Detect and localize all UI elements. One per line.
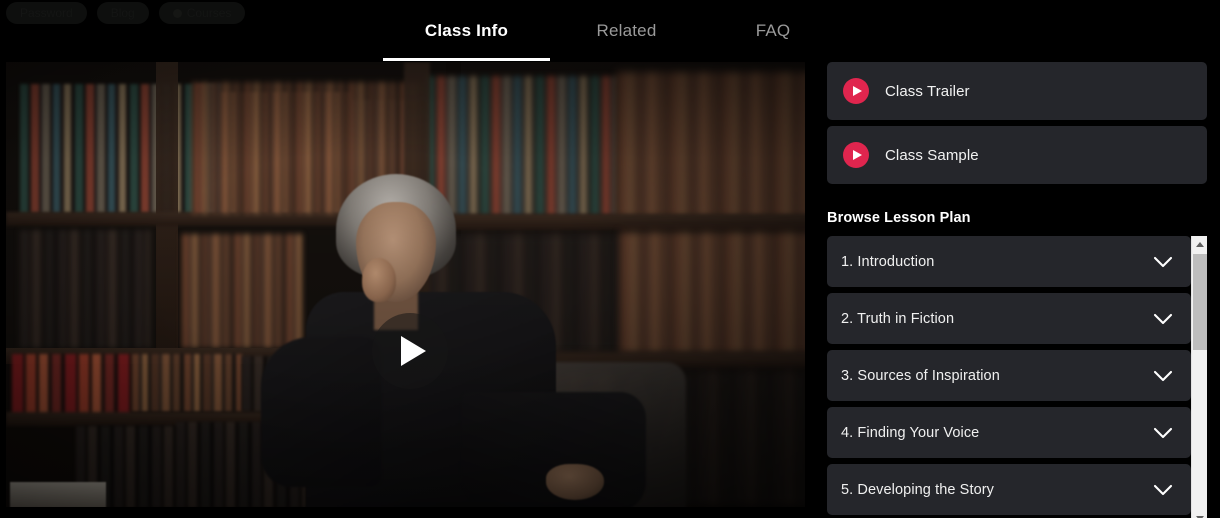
bookcase-shelf [426, 214, 805, 230]
chevron-down-icon[interactable] [1153, 427, 1173, 439]
chevron-down-icon[interactable] [1153, 484, 1173, 496]
class-sample-label: Class Sample [885, 146, 979, 164]
chrome-chip-label: Password [20, 6, 73, 20]
chrome-chip-label: Courses [186, 6, 232, 20]
class-sample-button[interactable]: Class Sample [827, 126, 1207, 184]
book-row [426, 76, 616, 216]
video-scene [6, 62, 805, 507]
subject-hand-chin [362, 258, 396, 302]
subject-arm-left [261, 337, 381, 487]
lesson-item-2[interactable]: 2. Truth in Fiction [827, 293, 1191, 344]
stacked-book [10, 482, 106, 507]
chevron-down-icon[interactable] [1153, 370, 1173, 382]
chrome-chip-label: Blog [110, 6, 135, 20]
book-row [12, 354, 132, 416]
class-sidebar: Class Trailer Class Sample Browse Lesson… [827, 62, 1207, 518]
book-row [20, 84, 220, 214]
book-row [618, 72, 805, 218]
scroll-up-arrow-icon[interactable] [1192, 236, 1208, 252]
book-row [182, 234, 302, 348]
subject-hand-resting [546, 464, 604, 500]
class-page: Password Blog Courses Class Info Related… [0, 0, 1220, 518]
chevron-down-icon[interactable] [1153, 256, 1173, 268]
video-play-button[interactable] [372, 313, 448, 389]
scroll-down-arrow-icon[interactable] [1192, 510, 1208, 518]
lesson-list[interactable]: 1. Introduction 2. Truth in Fiction 3. S… [827, 236, 1191, 518]
lesson-item-label: 4. Finding Your Voice [841, 424, 980, 441]
play-icon [400, 336, 426, 366]
lesson-list-scrollbar[interactable] [1191, 236, 1207, 518]
chevron-down-icon[interactable] [1153, 313, 1173, 325]
lesson-item-label: 2. Truth in Fiction [841, 310, 955, 327]
lesson-item-1[interactable]: 1. Introduction [827, 236, 1191, 287]
book-row [20, 230, 150, 348]
play-icon [843, 142, 869, 168]
lesson-item-4[interactable]: 4. Finding Your Voice [827, 407, 1191, 458]
lesson-item-3[interactable]: 3. Sources of Inspiration [827, 350, 1191, 401]
browse-lesson-plan-heading: Browse Lesson Plan [827, 210, 971, 226]
class-preview-video[interactable] [6, 62, 805, 507]
chrome-chip-courses[interactable]: Courses [158, 2, 246, 24]
lesson-plan-panel: 1. Introduction 2. Truth in Fiction 3. S… [827, 236, 1207, 518]
lesson-item-5[interactable]: 5. Developing the Story [827, 464, 1191, 515]
chrome-chip-password[interactable]: Password [6, 2, 87, 24]
play-icon [843, 78, 869, 104]
class-trailer-label: Class Trailer [885, 82, 970, 100]
circle-icon [172, 8, 182, 18]
book-row [132, 354, 242, 412]
scrollbar-thumb[interactable] [1193, 254, 1207, 350]
chrome-chip-blog[interactable]: Blog [96, 2, 149, 24]
lesson-item-label: 5. Developing the Story [841, 481, 995, 498]
class-trailer-button[interactable]: Class Trailer [827, 62, 1207, 120]
lesson-item-label: 1. Introduction [841, 253, 935, 270]
lesson-item-label: 3. Sources of Inspiration [841, 367, 1000, 384]
book-row [621, 232, 805, 354]
browser-chip-strip: Password Blog Courses [0, 0, 820, 26]
